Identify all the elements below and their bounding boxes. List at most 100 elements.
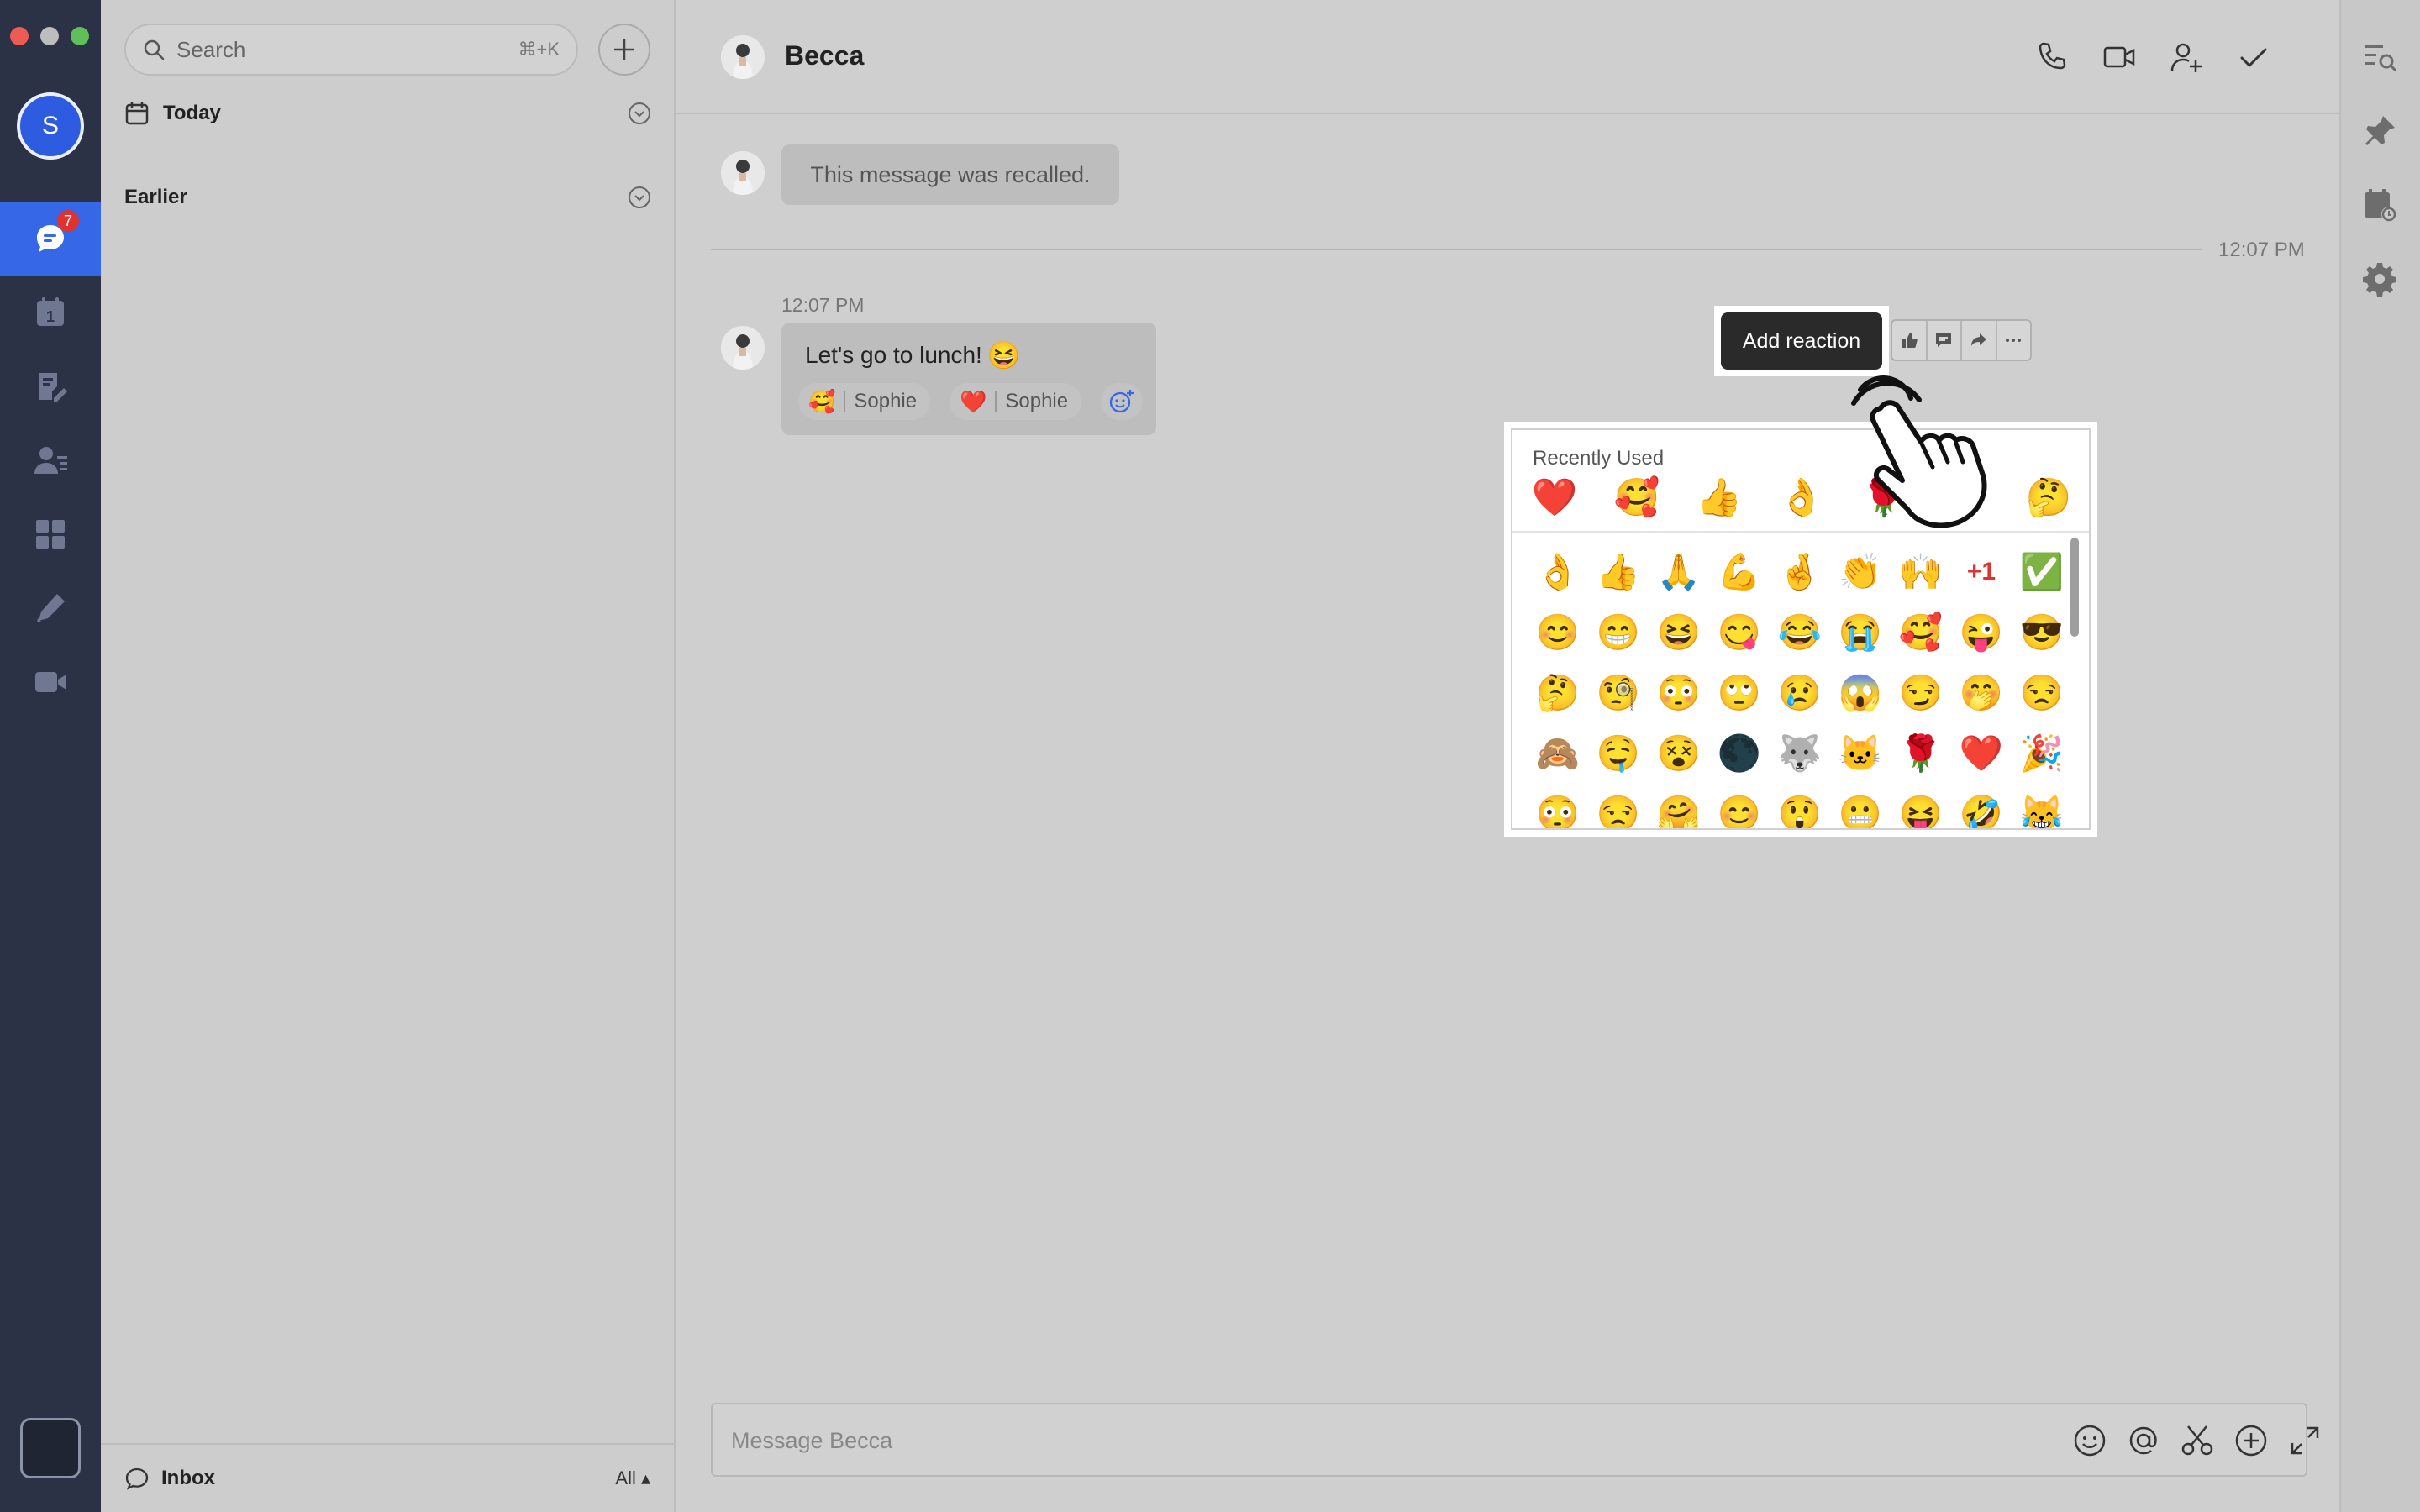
time-divider-label: 12:07 PM	[2218, 239, 2305, 261]
inbox-filter-dropdown[interactable]: All ▴	[615, 1467, 650, 1489]
message-bubble[interactable]: Let's go to lunch! 😆 🥰 Sophie ❤️ Sophie	[781, 323, 1156, 435]
emoji-option[interactable]: 🎉	[2012, 729, 2072, 778]
calendar-event-icon[interactable]	[2361, 186, 2398, 223]
search-field[interactable]: Search ⌘+K	[124, 24, 578, 76]
nav-item-contacts[interactable]	[0, 423, 101, 497]
recent-emoji[interactable]: 🥰	[1607, 475, 1667, 519]
scissors-icon[interactable]	[2178, 1421, 2217, 1460]
maximize-window-button[interactable]	[71, 27, 89, 45]
emoji-option[interactable]: 😝	[1891, 790, 1951, 828]
emoji-option[interactable]: 😒	[1588, 790, 1649, 828]
emoji-option[interactable]: 😭	[1830, 608, 1891, 657]
reaction-emoji: ❤️	[960, 388, 987, 414]
reply-button[interactable]	[1925, 321, 1961, 360]
emoji-option[interactable]: ✅	[2012, 548, 2072, 596]
nav-item-messages[interactable]: 7	[0, 202, 101, 276]
emoji-option[interactable]: 🤤	[1588, 729, 1649, 778]
recent-emoji[interactable]: ❤️	[1524, 475, 1585, 519]
emoji-option[interactable]: 👍	[1588, 548, 1649, 596]
emoji-option[interactable]: 🐺	[1770, 729, 1830, 778]
emoji-option[interactable]: 😎	[2012, 608, 2072, 657]
emoji-option[interactable]: 😆	[1649, 608, 1709, 657]
mention-icon[interactable]	[2124, 1421, 2163, 1460]
nav-item-docs[interactable]	[0, 349, 101, 423]
emoji-option[interactable]: 🙈	[1528, 729, 1588, 778]
emoji-option[interactable]: 😊	[1709, 790, 1770, 828]
emoji-option[interactable]: 😳	[1528, 790, 1588, 828]
emoji-option[interactable]: 🙌	[1891, 548, 1951, 596]
emoji-option[interactable]: 🤞	[1770, 548, 1830, 596]
emoji-option[interactable]: 🤭	[1951, 669, 2012, 717]
emoji-option[interactable]: 😁	[1588, 608, 1649, 657]
emoji-option[interactable]: 🙏	[1649, 548, 1709, 596]
thumbs-up-button[interactable]	[1892, 321, 1926, 360]
emoji-option[interactable]: 🤣	[1951, 790, 2012, 828]
emoji-option[interactable]: 👏	[1830, 548, 1891, 596]
inbox-label: Inbox	[161, 1467, 215, 1489]
profile-avatar[interactable]: S	[17, 92, 84, 160]
recent-emoji[interactable]: 🤔	[2018, 475, 2079, 519]
emoji-option[interactable]: 😹	[2012, 790, 2072, 828]
nav-item-tasks[interactable]	[0, 571, 101, 645]
reaction-pill[interactable]: ❤️ Sophie	[950, 383, 1082, 420]
emoji-option[interactable]: 🧐	[1588, 669, 1649, 717]
emoji-option[interactable]: 🌑	[1709, 729, 1770, 778]
emoji-option[interactable]: 👌	[1528, 548, 1588, 596]
emoji-option[interactable]: 😜	[1951, 608, 2012, 657]
pin-icon[interactable]	[2361, 113, 2398, 150]
emoji-option[interactable]: 😋	[1709, 608, 1770, 657]
recent-emoji[interactable]: 👍	[1689, 475, 1749, 519]
gear-icon[interactable]	[2361, 260, 2398, 297]
create-button[interactable]	[598, 24, 650, 76]
reaction-pill[interactable]: 🥰 Sophie	[798, 383, 931, 420]
emoji-option[interactable]: 😬	[1830, 790, 1891, 828]
emoji-option[interactable]: 💪	[1709, 548, 1770, 596]
nav-item-workplace[interactable]	[0, 497, 101, 571]
emoji-option[interactable]: 🤗	[1649, 790, 1709, 828]
emoji-option[interactable]: 😲	[1770, 790, 1830, 828]
emoji-option[interactable]: +1	[1951, 548, 2012, 596]
add-reaction-button[interactable]	[1101, 383, 1143, 420]
nav-item-meetings[interactable]	[0, 645, 101, 719]
emoji-option[interactable]: ❤️	[1951, 729, 2012, 778]
chat-title: Becca	[785, 40, 865, 71]
nav-item-calendar[interactable]: 1	[0, 276, 101, 349]
checkmark-done-icon[interactable]	[2235, 39, 2272, 76]
phone-icon[interactable]	[2033, 39, 2070, 76]
emoji-option[interactable]: 🙄	[1709, 669, 1770, 717]
video-call-icon[interactable]	[2101, 39, 2138, 76]
chevron-down-icon[interactable]	[627, 185, 652, 210]
minimize-window-button[interactable]	[40, 27, 59, 45]
emoji-option[interactable]: 😒	[2012, 669, 2072, 717]
emoji-option[interactable]: 😏	[1891, 669, 1951, 717]
emoji-option[interactable]: 😳	[1649, 669, 1709, 717]
picker-scrollbar[interactable]	[2070, 538, 2079, 637]
expand-icon[interactable]	[2286, 1421, 2324, 1460]
add-member-icon[interactable]	[2168, 39, 2205, 76]
emoji-option[interactable]: 🥰	[1891, 608, 1951, 657]
search-history-icon[interactable]	[2361, 39, 2398, 76]
emoji-option[interactable]: 😢	[1770, 669, 1830, 717]
contact-avatar[interactable]	[721, 35, 765, 79]
section-earlier[interactable]: Earlier	[124, 176, 652, 218]
recalled-message-bubble[interactable]: This message was recalled.	[781, 144, 1119, 205]
emoji-option[interactable]: 😂	[1770, 608, 1830, 657]
app-launcher-button[interactable]	[20, 1418, 81, 1478]
inbox-footer[interactable]: Inbox All ▴	[101, 1443, 674, 1512]
emoji-option[interactable]: 🐱	[1830, 729, 1891, 778]
sender-avatar[interactable]	[721, 151, 765, 195]
forward-button[interactable]	[1960, 321, 1996, 360]
message-composer[interactable]: Message Becca	[711, 1403, 2319, 1477]
section-today[interactable]: Today	[124, 92, 652, 134]
emoji-option[interactable]: 🌹	[1891, 729, 1951, 778]
emoji-option[interactable]: 😱	[1830, 669, 1891, 717]
add-attachment-icon[interactable]	[2232, 1421, 2270, 1460]
sender-avatar[interactable]	[721, 326, 765, 370]
emoji-option[interactable]: 🤔	[1528, 669, 1588, 717]
emoji-option[interactable]: 😵	[1649, 729, 1709, 778]
emoji-icon[interactable]	[2070, 1421, 2109, 1460]
close-window-button[interactable]	[10, 27, 29, 45]
more-options-button[interactable]	[1995, 321, 2031, 360]
chevron-down-icon[interactable]	[627, 101, 652, 126]
emoji-option[interactable]: 😊	[1528, 608, 1588, 657]
